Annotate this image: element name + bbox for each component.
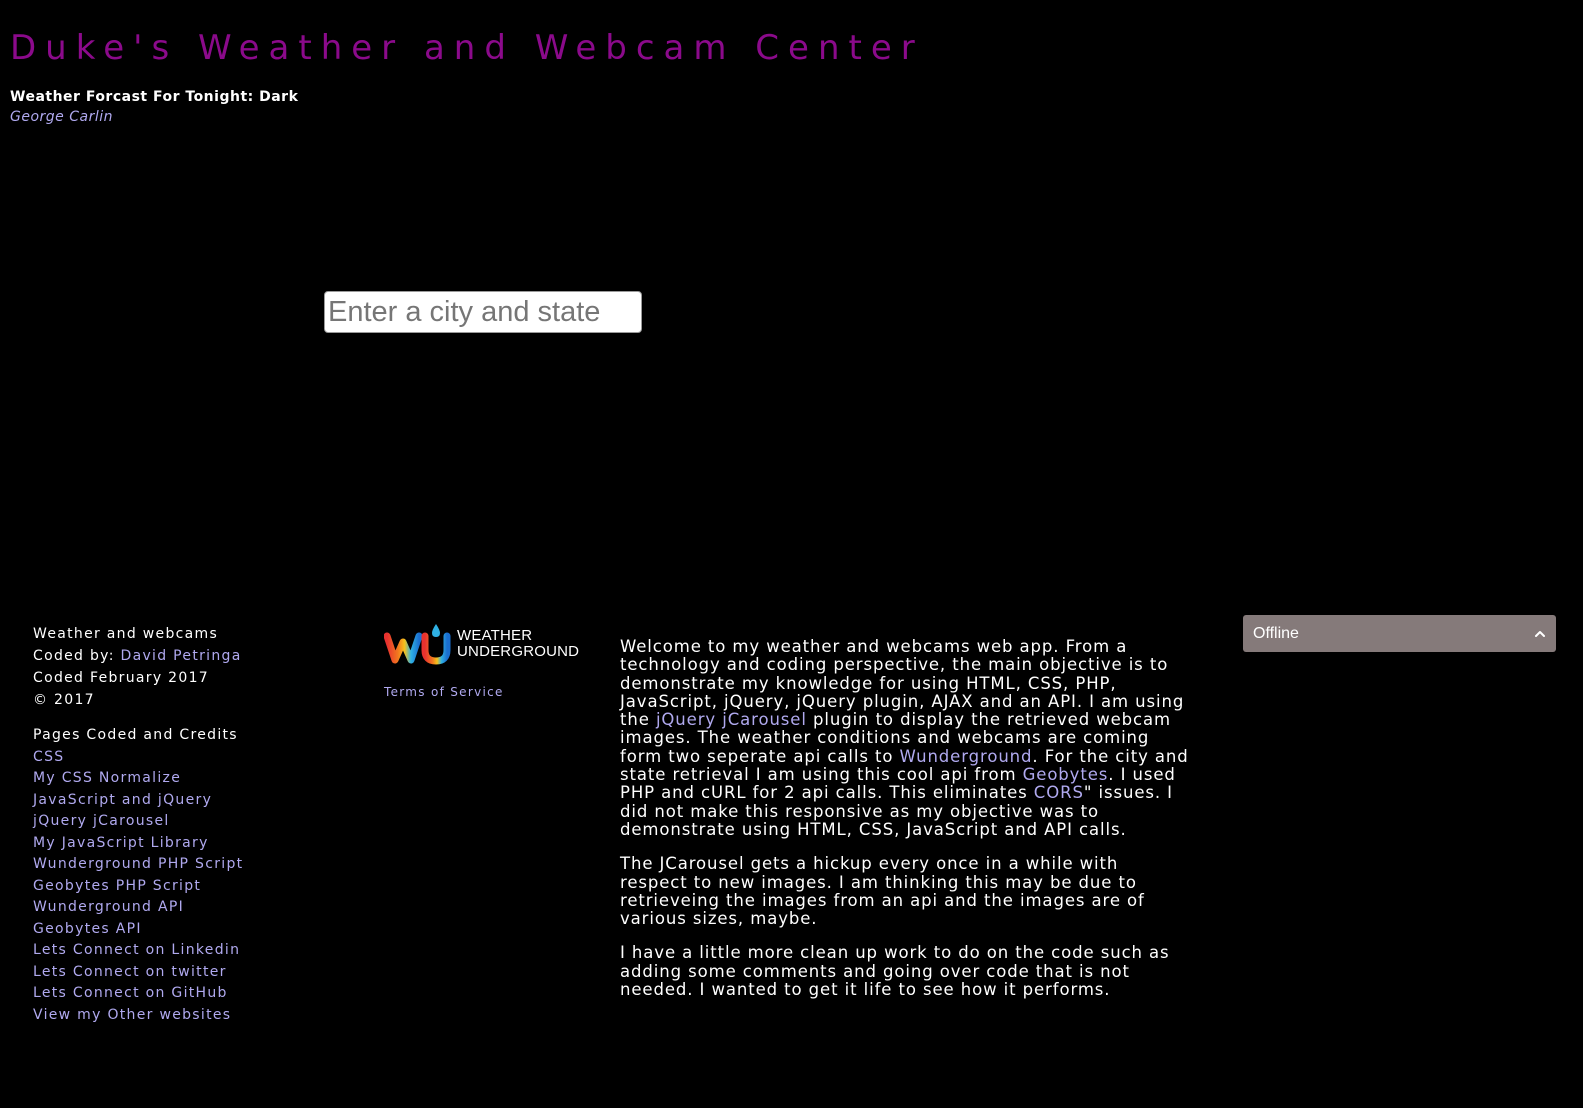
credit-link-jquery-jcarousel[interactable]: jQuery jCarousel	[33, 811, 333, 833]
credit-link-other-websites[interactable]: View my Other websites	[33, 1005, 333, 1027]
credit-link-wunderground-php[interactable]: Wunderground PHP Script	[33, 854, 333, 876]
credit-link-css[interactable]: CSS	[33, 747, 333, 769]
credit-link-javascript-library[interactable]: My JavaScript Library	[33, 833, 333, 855]
wunderground-logo-icon	[384, 624, 451, 665]
terms-of-service-link[interactable]: Terms of Service	[384, 685, 594, 699]
jcarousel-link[interactable]: jQuery jCarousel	[656, 710, 807, 729]
credit-link-github[interactable]: Lets Connect on GitHub	[33, 983, 333, 1005]
city-state-search-input[interactable]	[324, 291, 642, 333]
credits-links-heading: Pages Coded and Credits	[33, 727, 238, 743]
chevron-up-icon	[1535, 630, 1545, 637]
footer-spacer	[33, 711, 333, 725]
credit-link-wunderground-api[interactable]: Wunderground API	[33, 897, 333, 919]
quote-author: George Carlin	[10, 109, 113, 125]
about-text: Welcome to my weather and webcams web ap…	[620, 637, 1190, 1015]
footer-credits: Weather and webcams Coded by: David Petr…	[33, 623, 333, 1026]
credit-link-geobytes-php[interactable]: Geobytes PHP Script	[33, 876, 333, 898]
wunderground-logo-link[interactable]: WEATHER UNDERGROUND	[384, 622, 594, 666]
page: Duke's Weather and Webcam Center Weather…	[0, 0, 1583, 1108]
weather-quote: Weather Forcast For Tonight: Dark George…	[10, 87, 298, 127]
coded-by-prefix: Coded by:	[33, 648, 121, 664]
chat-offline-bar[interactable]: Offline	[1243, 615, 1556, 652]
geobytes-link[interactable]: Geobytes	[1023, 765, 1109, 784]
credit-link-linkedin[interactable]: Lets Connect on Linkedin	[33, 940, 333, 962]
credit-link-css-normalize[interactable]: My CSS Normalize	[33, 768, 333, 790]
wunderground-block: WEATHER UNDERGROUND Terms of Service	[384, 622, 594, 699]
wunderground-logo-line2: UNDERGROUND	[457, 643, 580, 660]
credits-links-list: CSS My CSS Normalize JavaScript and jQue…	[33, 747, 333, 1027]
about-paragraph-2: The JCarousel gets a hickup every once i…	[620, 854, 1145, 929]
footer-coded-by: Coded by: David Petringa	[33, 645, 333, 667]
footer-app-name: Weather and webcams	[33, 626, 219, 642]
about-paragraph-1: Welcome to my weather and webcams web ap…	[620, 637, 1190, 839]
credit-link-javascript-jquery[interactable]: JavaScript and jQuery	[33, 790, 333, 812]
cors-link[interactable]: CORS	[1034, 783, 1084, 802]
credit-link-twitter[interactable]: Lets Connect on twitter	[33, 962, 333, 984]
wunderground-link[interactable]: Wunderground	[899, 747, 1032, 766]
site-title: Duke's Weather and Webcam Center	[10, 28, 924, 68]
footer-coded-date: Coded February 2017	[33, 670, 209, 686]
author-name-link[interactable]: David Petringa	[121, 648, 242, 664]
wunderground-logo-line1: WEATHER	[457, 627, 533, 644]
credit-link-geobytes-api[interactable]: Geobytes API	[33, 919, 333, 941]
quote-text: Weather Forcast For Tonight: Dark	[10, 89, 299, 105]
wunderground-logo-text: WEATHER UNDERGROUND	[457, 628, 579, 660]
chat-status-label: Offline	[1253, 624, 1299, 642]
about-paragraph-3: I have a little more clean up work to do…	[620, 943, 1170, 1000]
footer-copyright: © 2017	[33, 692, 95, 708]
